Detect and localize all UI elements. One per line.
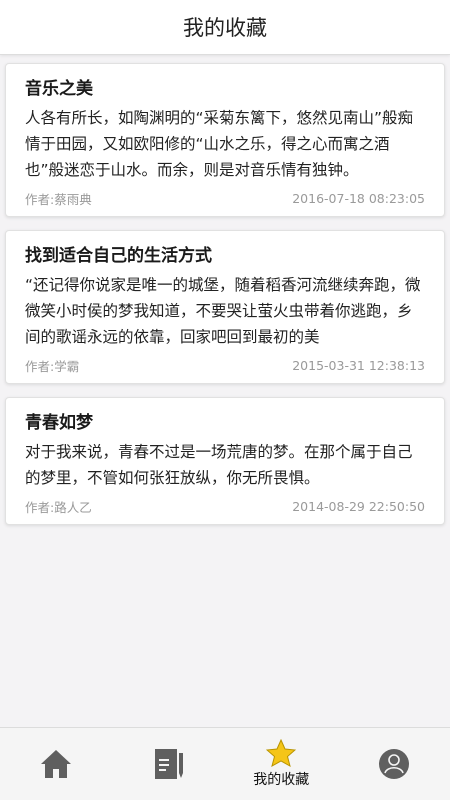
document-edit-icon <box>154 749 183 779</box>
home-icon <box>41 750 72 778</box>
page-title: 我的收藏 <box>183 16 267 40</box>
card-title: 青春如梦 <box>25 413 93 433</box>
card-excerpt: 人各有所长，如陶渊明的“采菊东篱下，悠然见南山”般痴情于田园，又如欧阳修的“山水… <box>25 109 414 179</box>
card-author: 作者:蔡雨典 <box>25 192 92 207</box>
user-icon <box>378 749 409 779</box>
favorites-list: 音乐之美 人各有所长，如陶渊明的“采菊东篱下，悠然见南山”般痴情于田园，又如欧阳… <box>0 58 450 538</box>
favorite-card[interactable]: 青春如梦 对于我来说，青春不过是一场荒唐的梦。在那个属于自己的梦里，不管如何张狂… <box>5 397 445 525</box>
tab-favorites-label: 我的收藏 <box>253 772 310 788</box>
bottom-tab-bar: 我的收藏 <box>0 727 450 800</box>
card-timestamp: 2014-08-29 22:50:50 <box>292 499 425 514</box>
card-excerpt: 对于我来说，青春不过是一场荒唐的梦。在那个属于自己的梦里，不管如何张狂放纵，你无… <box>25 443 413 487</box>
card-meta: 作者:蔡雨典 2016-07-18 08:23:05 <box>25 189 425 208</box>
card-timestamp: 2015-03-31 12:38:13 <box>292 358 425 373</box>
card-author: 作者:学霸 <box>25 359 80 374</box>
tab-articles[interactable] <box>113 728 226 800</box>
card-meta: 作者:学霸 2015-03-31 12:38:13 <box>25 356 425 375</box>
app-header: 我的收藏 <box>0 0 450 55</box>
favorite-card[interactable]: 找到适合自己的生活方式 “还记得你说家是唯一的城堡，随着稻香河流继续奔跑，微微笑… <box>5 230 445 384</box>
star-icon <box>266 739 297 767</box>
favorite-card[interactable]: 音乐之美 人各有所长，如陶渊明的“采菊东篱下，悠然见南山”般痴情于田园，又如欧阳… <box>5 63 445 217</box>
card-title: 音乐之美 <box>25 79 93 99</box>
card-author: 作者:路人乙 <box>25 500 92 515</box>
card-meta: 作者:路人乙 2014-08-29 22:50:50 <box>25 497 425 516</box>
tab-profile[interactable] <box>338 728 450 800</box>
card-timestamp: 2016-07-18 08:23:05 <box>292 191 425 206</box>
card-excerpt: “还记得你说家是唯一的城堡，随着稻香河流继续奔跑，微微笑小时侯的梦我知道，不要哭… <box>25 276 421 346</box>
card-title: 找到适合自己的生活方式 <box>25 246 212 266</box>
tab-home[interactable] <box>0 728 113 800</box>
tab-favorites[interactable]: 我的收藏 <box>225 728 338 800</box>
